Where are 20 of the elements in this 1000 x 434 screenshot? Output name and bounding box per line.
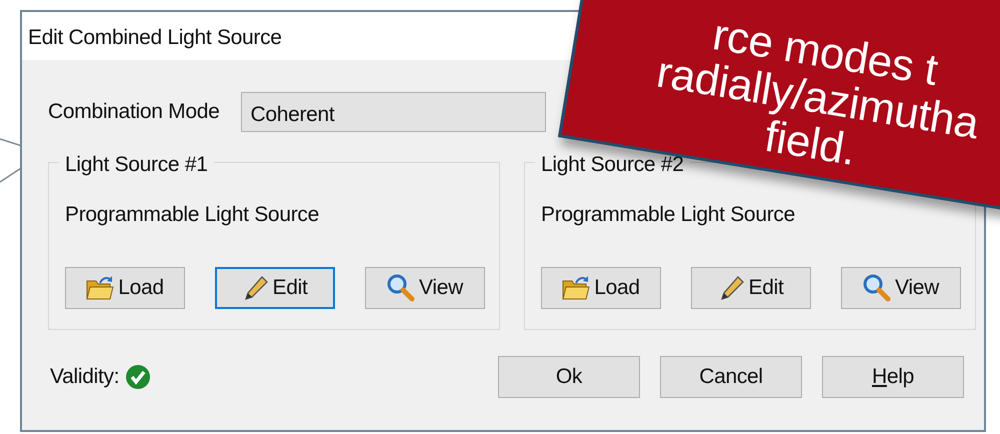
field-label: Combination Mode: [48, 99, 220, 126]
view-button[interactable]: View: [841, 266, 961, 308]
edit-button[interactable]: Edit: [691, 266, 811, 308]
view-button[interactable]: View: [365, 266, 485, 308]
folder-icon: [86, 274, 114, 300]
load-button[interactable]: Load: [541, 266, 661, 308]
dialog-button[interactable]: Ok: [498, 356, 640, 398]
search-icon: [387, 274, 416, 302]
folder-icon: [562, 274, 590, 300]
dialog-button[interactable]: Help: [822, 356, 964, 398]
source-name: Programmable Light Source: [541, 202, 796, 228]
mode-dropdown[interactable]: Coherent: [241, 92, 546, 132]
edit-button[interactable]: Edit: [215, 266, 335, 308]
pencil-icon: [242, 274, 268, 300]
load-button[interactable]: Load: [65, 266, 185, 308]
source-name: Programmable Light Source: [65, 202, 320, 228]
validity-label: Validity:: [50, 364, 120, 390]
pencil-icon: [718, 274, 744, 300]
search-icon: [863, 274, 892, 302]
dialog-button[interactable]: Cancel: [660, 356, 802, 398]
